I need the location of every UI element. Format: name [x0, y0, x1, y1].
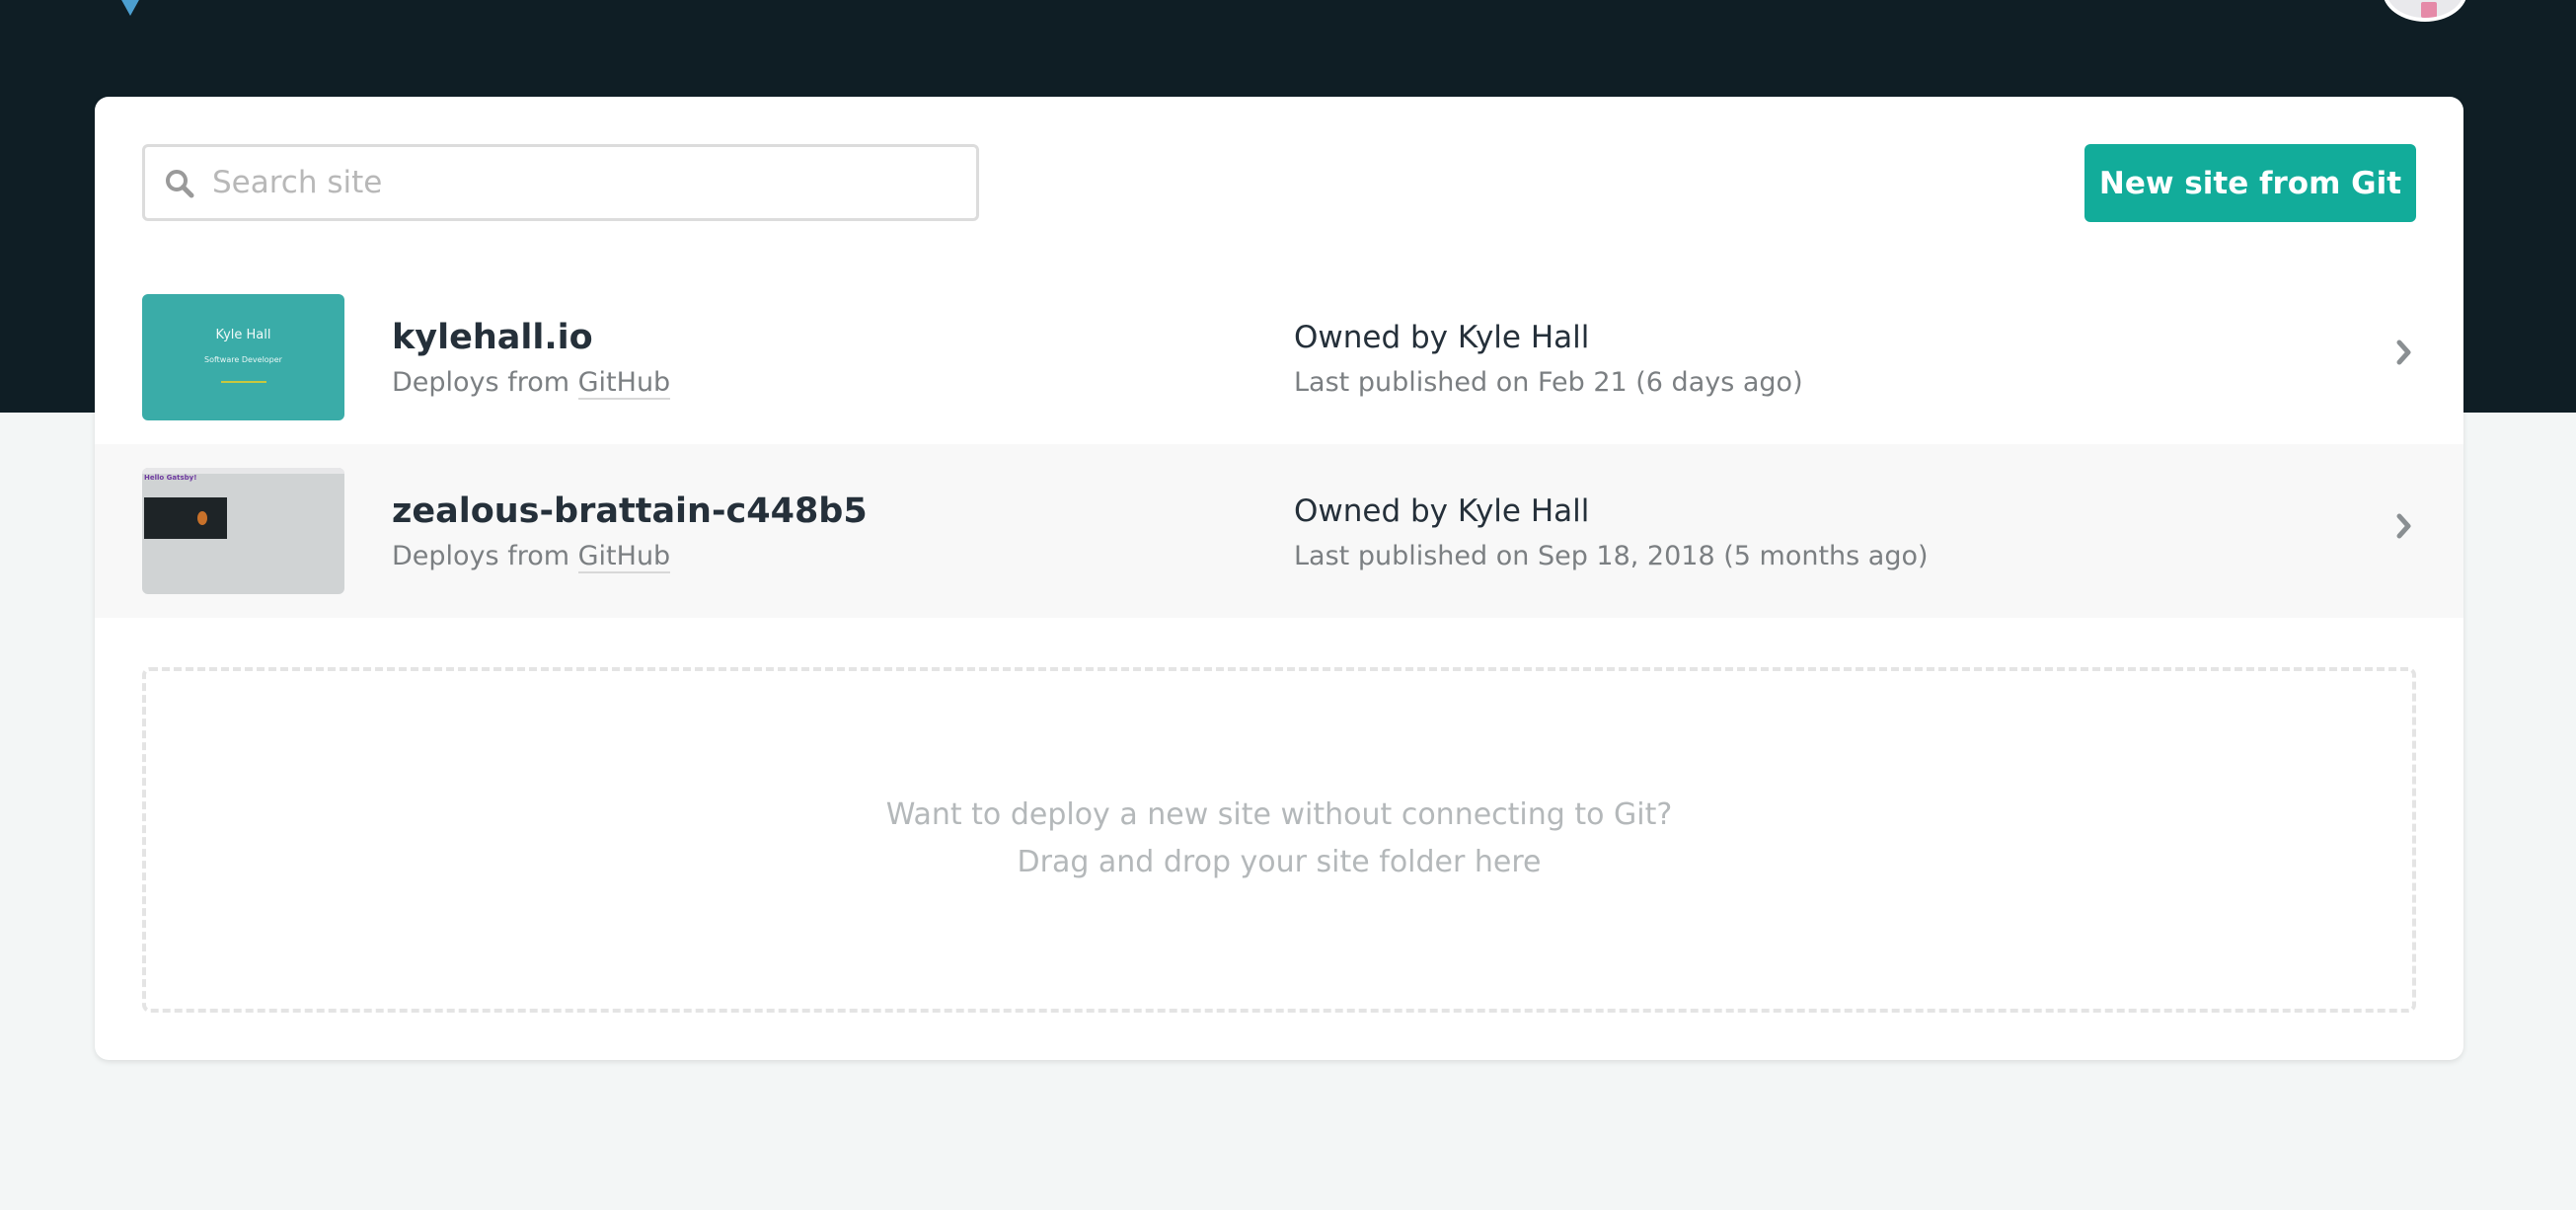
thumbnail-title: Hello Gatsby!	[144, 474, 197, 482]
owner-prefix: Owned by	[1294, 320, 1449, 355]
avatar-mark	[2421, 2, 2437, 18]
thumbnail-divider	[221, 381, 266, 383]
site-thumbnail: Kyle Hall Software Developer	[142, 294, 344, 420]
dropzone-prompt: Want to deploy a new site without connec…	[885, 797, 1673, 832]
site-thumbnail: Hello Gatsby!	[142, 468, 344, 594]
chevron-right-icon[interactable]	[2394, 338, 2414, 367]
provider-link[interactable]: GitHub	[577, 367, 671, 400]
owner-name: Kyle Hall	[1457, 493, 1590, 529]
deploy-prefix: Deploys from	[392, 541, 570, 571]
new-site-from-git-button[interactable]: New site from Git	[2084, 144, 2416, 222]
thumbnail-subtitle: Software Developer	[204, 355, 282, 364]
site-name[interactable]: zealous-brattain-c448b5	[392, 492, 868, 531]
thumbnail-title: Kyle Hall	[215, 328, 271, 342]
dropzone-instruction: Drag and drop your site folder here	[1017, 845, 1542, 879]
netlify-logo-icon[interactable]	[107, 0, 154, 16]
site-row-zealous-brattain[interactable]: Hello Gatsby! zealous-brattain-c448b5 De…	[95, 444, 2463, 618]
user-avatar-icon[interactable]	[2383, 0, 2467, 22]
owner-line: Owned by Kyle Hall	[1294, 493, 1589, 529]
site-row-kylehall[interactable]: Kyle Hall Software Developer kylehall.io…	[95, 278, 2463, 452]
site-name[interactable]: kylehall.io	[392, 318, 593, 357]
deploy-source: Deploys from GitHub	[392, 541, 671, 573]
provider-link[interactable]: GitHub	[577, 541, 671, 573]
deploy-prefix: Deploys from	[392, 367, 570, 398]
last-published: Last published on Feb 21 (6 days ago)	[1294, 367, 1803, 398]
owner-line: Owned by Kyle Hall	[1294, 320, 1589, 355]
sites-card: New site from Git Kyle Hall Software Dev…	[95, 97, 2463, 1060]
search-box[interactable]	[142, 144, 979, 221]
search-icon	[166, 170, 194, 198]
deploy-source: Deploys from GitHub	[392, 367, 671, 400]
search-input[interactable]	[212, 159, 943, 206]
owner-prefix: Owned by	[1294, 493, 1449, 529]
drag-drop-zone[interactable]: Want to deploy a new site without connec…	[142, 667, 2416, 1013]
chevron-right-icon[interactable]	[2394, 511, 2414, 541]
owner-name: Kyle Hall	[1457, 320, 1590, 355]
last-published: Last published on Sep 18, 2018 (5 months…	[1294, 541, 1929, 571]
thumbnail-image	[144, 497, 227, 539]
